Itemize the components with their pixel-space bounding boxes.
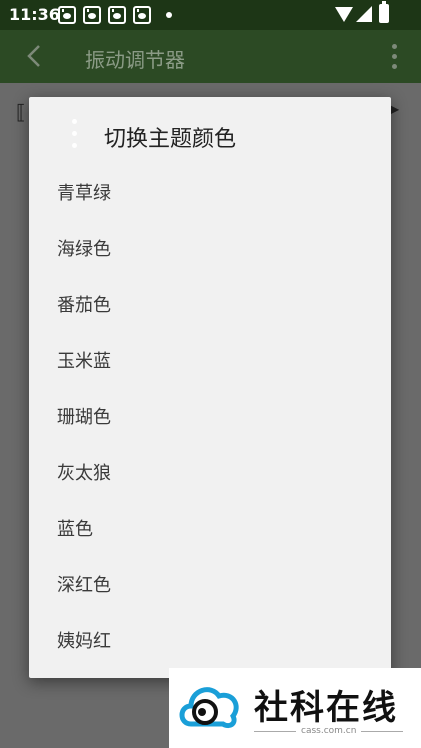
watermark-url: cass.com.cn xyxy=(301,726,357,736)
battery-icon xyxy=(379,1,389,23)
wifi-icon xyxy=(335,7,353,22)
watermark-divider xyxy=(361,731,403,732)
theme-item-coral[interactable]: 珊瑚色 xyxy=(29,388,391,444)
theme-item-grey-wolf[interactable]: 灰太狼 xyxy=(29,444,391,500)
notification-dot-icon xyxy=(166,12,172,18)
notification-icons xyxy=(58,6,151,24)
theme-item-crimson[interactable]: 深红色 xyxy=(29,556,391,612)
app-title: 振动调节器 xyxy=(85,48,185,72)
paw-icon xyxy=(58,6,76,24)
paw-icon xyxy=(108,6,126,24)
theme-item-grass-green[interactable]: 青草绿 xyxy=(29,164,391,220)
signal-icon xyxy=(356,6,372,22)
dialog-title: 切换主题颜色 xyxy=(104,127,237,152)
watermark: 社科在线 cass.com.cn xyxy=(169,668,421,748)
cloud-eye-logo-icon xyxy=(179,687,239,729)
paw-icon xyxy=(133,6,151,24)
theme-list: 青草绿 海绿色 番茄色 玉米蓝 珊瑚色 灰太狼 蓝色 深红色 姨妈红 xyxy=(29,164,391,668)
theme-item-sea-green[interactable]: 海绿色 xyxy=(29,220,391,276)
dialog-menu-icon xyxy=(72,119,78,153)
status-time: 11:36 xyxy=(9,5,60,24)
paw-icon xyxy=(83,6,101,24)
theme-item-tomato[interactable]: 番茄色 xyxy=(29,276,391,332)
watermark-divider xyxy=(254,731,296,732)
app-bar: 振动调节器 xyxy=(0,30,421,83)
theme-item-blue[interactable]: 蓝色 xyxy=(29,500,391,556)
theme-item-cornflower-blue[interactable]: 玉米蓝 xyxy=(29,332,391,388)
back-arrow-icon[interactable] xyxy=(24,44,46,68)
theme-color-dialog: 切换主题颜色 青草绿 海绿色 番茄色 玉米蓝 珊瑚色 灰太狼 蓝色 深红色 姨妈… xyxy=(29,97,391,678)
theme-item-period-red[interactable]: 姨妈红 xyxy=(29,612,391,668)
overflow-menu-icon[interactable] xyxy=(392,44,398,70)
background-bracket-icon: ⟦ xyxy=(16,100,26,124)
background-arrow-icon: ▶ xyxy=(390,102,400,116)
status-bar: 11:36 xyxy=(0,0,421,30)
watermark-text: 社科在线 xyxy=(254,688,398,728)
